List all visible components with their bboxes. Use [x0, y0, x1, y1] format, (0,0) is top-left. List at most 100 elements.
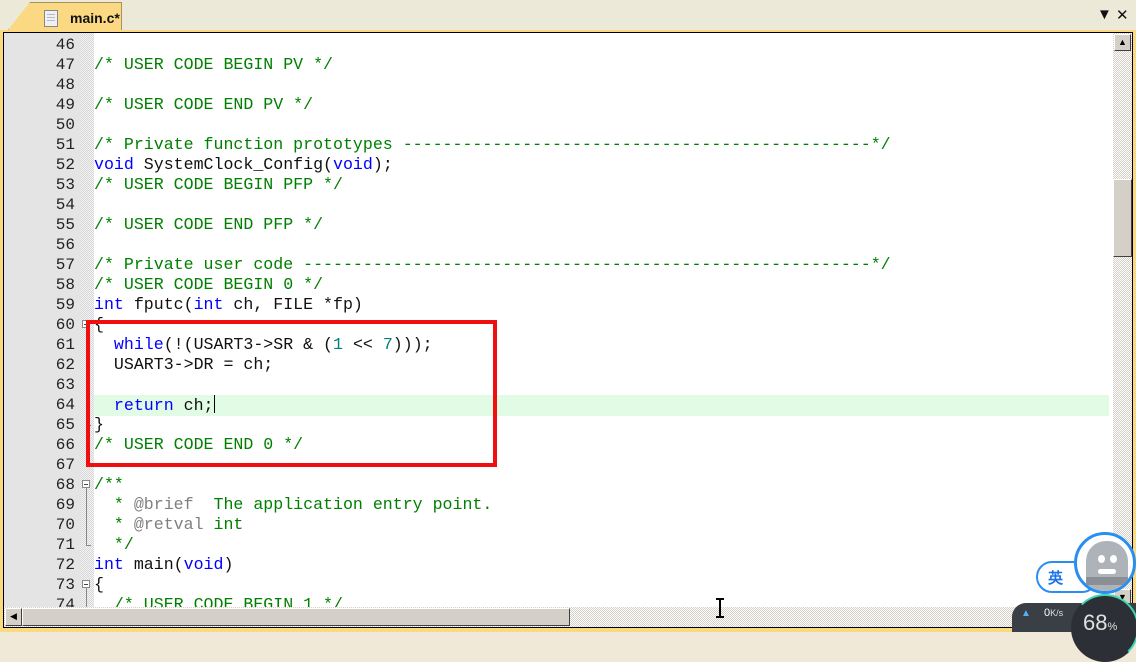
- code-line[interactable]: 57 /* Private user code -----------------…: [4, 255, 1109, 275]
- line-number: 51: [55, 136, 75, 154]
- line-number: 61: [55, 336, 75, 354]
- code-text[interactable]: */: [94, 535, 1109, 555]
- code-text[interactable]: int fputc(int ch, FILE *fp): [94, 295, 1109, 315]
- line-number: 69: [55, 496, 75, 514]
- line-number: 70: [55, 516, 75, 534]
- line-number: 59: [55, 296, 75, 314]
- line-number: 63: [55, 376, 75, 394]
- code-text[interactable]: [94, 195, 1109, 215]
- line-number: 49: [55, 96, 75, 114]
- code-text[interactable]: [94, 115, 1109, 135]
- code-text[interactable]: USART3->DR = ch;: [94, 355, 1109, 375]
- code-line[interactable]: 47 /* USER CODE BEGIN PV */: [4, 55, 1109, 75]
- code-line[interactable]: 58 /* USER CODE BEGIN 0 */: [4, 275, 1109, 295]
- horizontal-scrollbar[interactable]: ◀: [4, 607, 1113, 627]
- code-editor[interactable]: 46 47 /* USER CODE BEGIN PV */ 48 49 /* USE…: [3, 32, 1133, 628]
- fold-line: [86, 588, 87, 595]
- line-number: 53: [55, 176, 75, 194]
- code-line[interactable]: 49 /* USER CODE END PV */: [4, 95, 1109, 115]
- code-text[interactable]: /* USER CODE END PV */: [94, 95, 1109, 115]
- code-text[interactable]: * @retval int: [94, 515, 1109, 535]
- vertical-scroll-thumb[interactable]: [1113, 179, 1132, 257]
- code-line[interactable]: 51 /* Private function prototypes -------…: [4, 135, 1109, 155]
- vertical-scrollbar[interactable]: ▲ ▼: [1113, 33, 1132, 607]
- line-number: 71: [55, 536, 75, 554]
- code-line[interactable]: 64 return ch;: [4, 395, 1109, 416]
- code-line[interactable]: 56: [4, 235, 1109, 255]
- network-speed: 0K/s: [1044, 607, 1064, 619]
- code-line[interactable]: 62 USART3->DR = ch;: [4, 355, 1109, 375]
- code-line[interactable]: 68 /**: [4, 475, 1109, 495]
- code-line[interactable]: 55 /* USER CODE END PFP */: [4, 215, 1109, 235]
- code-text[interactable]: }: [94, 415, 1109, 435]
- tab-bar: main.c* ▼ ✕: [0, 0, 1136, 31]
- horizontal-scroll-thumb[interactable]: [22, 608, 570, 626]
- code-text[interactable]: [94, 375, 1109, 395]
- fold-line: [86, 415, 87, 425]
- fold-toggle-icon[interactable]: [82, 320, 90, 328]
- code-text[interactable]: int main(void): [94, 555, 1109, 575]
- code-text[interactable]: {: [94, 575, 1109, 595]
- code-line[interactable]: 46: [4, 35, 1109, 55]
- code-text[interactable]: /* Private function prototypes ---------…: [94, 135, 1109, 155]
- line-number: 68: [55, 476, 75, 494]
- code-text[interactable]: /**: [94, 475, 1109, 495]
- file-icon: [44, 10, 58, 27]
- code-text[interactable]: [94, 75, 1109, 95]
- fold-toggle-icon[interactable]: [82, 480, 90, 488]
- fold-toggle-icon[interactable]: [82, 580, 90, 588]
- code-text[interactable]: [94, 235, 1109, 255]
- line-number: 72: [55, 556, 75, 574]
- code-text[interactable]: /* USER CODE BEGIN PFP */: [94, 175, 1109, 195]
- code-text[interactable]: * @brief The application entry point.: [94, 495, 1109, 515]
- code-line[interactable]: 69 * @brief The application entry point.: [4, 495, 1109, 515]
- close-tab-icon[interactable]: ✕: [1116, 6, 1129, 24]
- code-line[interactable]: 53 /* USER CODE BEGIN PFP */: [4, 175, 1109, 195]
- line-number: 55: [55, 216, 75, 234]
- tab-list-dropdown-icon[interactable]: ▼: [1097, 6, 1112, 23]
- code-line[interactable]: 65}: [4, 415, 1109, 435]
- fold-end: [86, 545, 91, 546]
- code-line[interactable]: 61 while(!(USART3->SR & (1 << 7)));: [4, 335, 1109, 355]
- code-text[interactable]: /* USER CODE END PFP */: [94, 215, 1109, 235]
- line-number: 50: [55, 116, 75, 134]
- code-line[interactable]: 50: [4, 115, 1109, 135]
- code-text[interactable]: {: [94, 315, 1109, 335]
- line-number: 66: [55, 436, 75, 454]
- code-text[interactable]: /* USER CODE BEGIN PV */: [94, 55, 1109, 75]
- line-number: 58: [55, 276, 75, 294]
- tab-main-c[interactable]: main.c*: [8, 2, 122, 31]
- code-text[interactable]: [94, 455, 1109, 475]
- code-text[interactable]: /* USER CODE BEGIN 0 */: [94, 275, 1109, 295]
- scroll-up-button[interactable]: ▲: [1114, 34, 1131, 51]
- code-line[interactable]: 60 {: [4, 315, 1109, 335]
- code-text[interactable]: void SystemClock_Config(void);: [94, 155, 1109, 175]
- code-line[interactable]: 59 int fputc(int ch, FILE *fp): [4, 295, 1109, 315]
- code-text[interactable]: /* USER CODE END 0 */: [94, 435, 1109, 455]
- code-line[interactable]: 73 {: [4, 575, 1109, 595]
- code-line[interactable]: 54: [4, 195, 1109, 215]
- code-line[interactable]: 72 int main(void): [4, 555, 1109, 575]
- code-text[interactable]: while(!(USART3->SR & (1 << 7)));: [94, 335, 1109, 355]
- code-line[interactable]: 52 void SystemClock_Config(void);: [4, 155, 1109, 175]
- code-line[interactable]: 48: [4, 75, 1109, 95]
- editor-frame: 46 47 /* USER CODE BEGIN PV */ 48 49 /* USE…: [0, 30, 1136, 632]
- code-text[interactable]: [94, 35, 1109, 55]
- fold-line: [86, 395, 87, 415]
- code-line[interactable]: 63: [4, 375, 1109, 395]
- fold-line: [86, 328, 87, 335]
- fold-line: [86, 535, 87, 545]
- ime-language-label: 英: [1048, 569, 1064, 587]
- assistant-mascot-icon[interactable]: [1074, 532, 1136, 594]
- fold-line: [86, 488, 87, 495]
- scroll-left-button[interactable]: ◀: [5, 608, 22, 626]
- code-line[interactable]: 66 /* USER CODE END 0 */: [4, 435, 1109, 455]
- code-text[interactable]: /* Private user code -------------------…: [94, 255, 1109, 275]
- line-number: 57: [55, 256, 75, 274]
- fold-line: [86, 335, 87, 355]
- line-number: 73: [55, 576, 75, 594]
- code-line[interactable]: 67: [4, 455, 1109, 475]
- code-line[interactable]: 71 */: [4, 535, 1109, 555]
- code-text[interactable]: return ch;: [94, 395, 1109, 416]
- code-line[interactable]: 70 * @retval int: [4, 515, 1109, 535]
